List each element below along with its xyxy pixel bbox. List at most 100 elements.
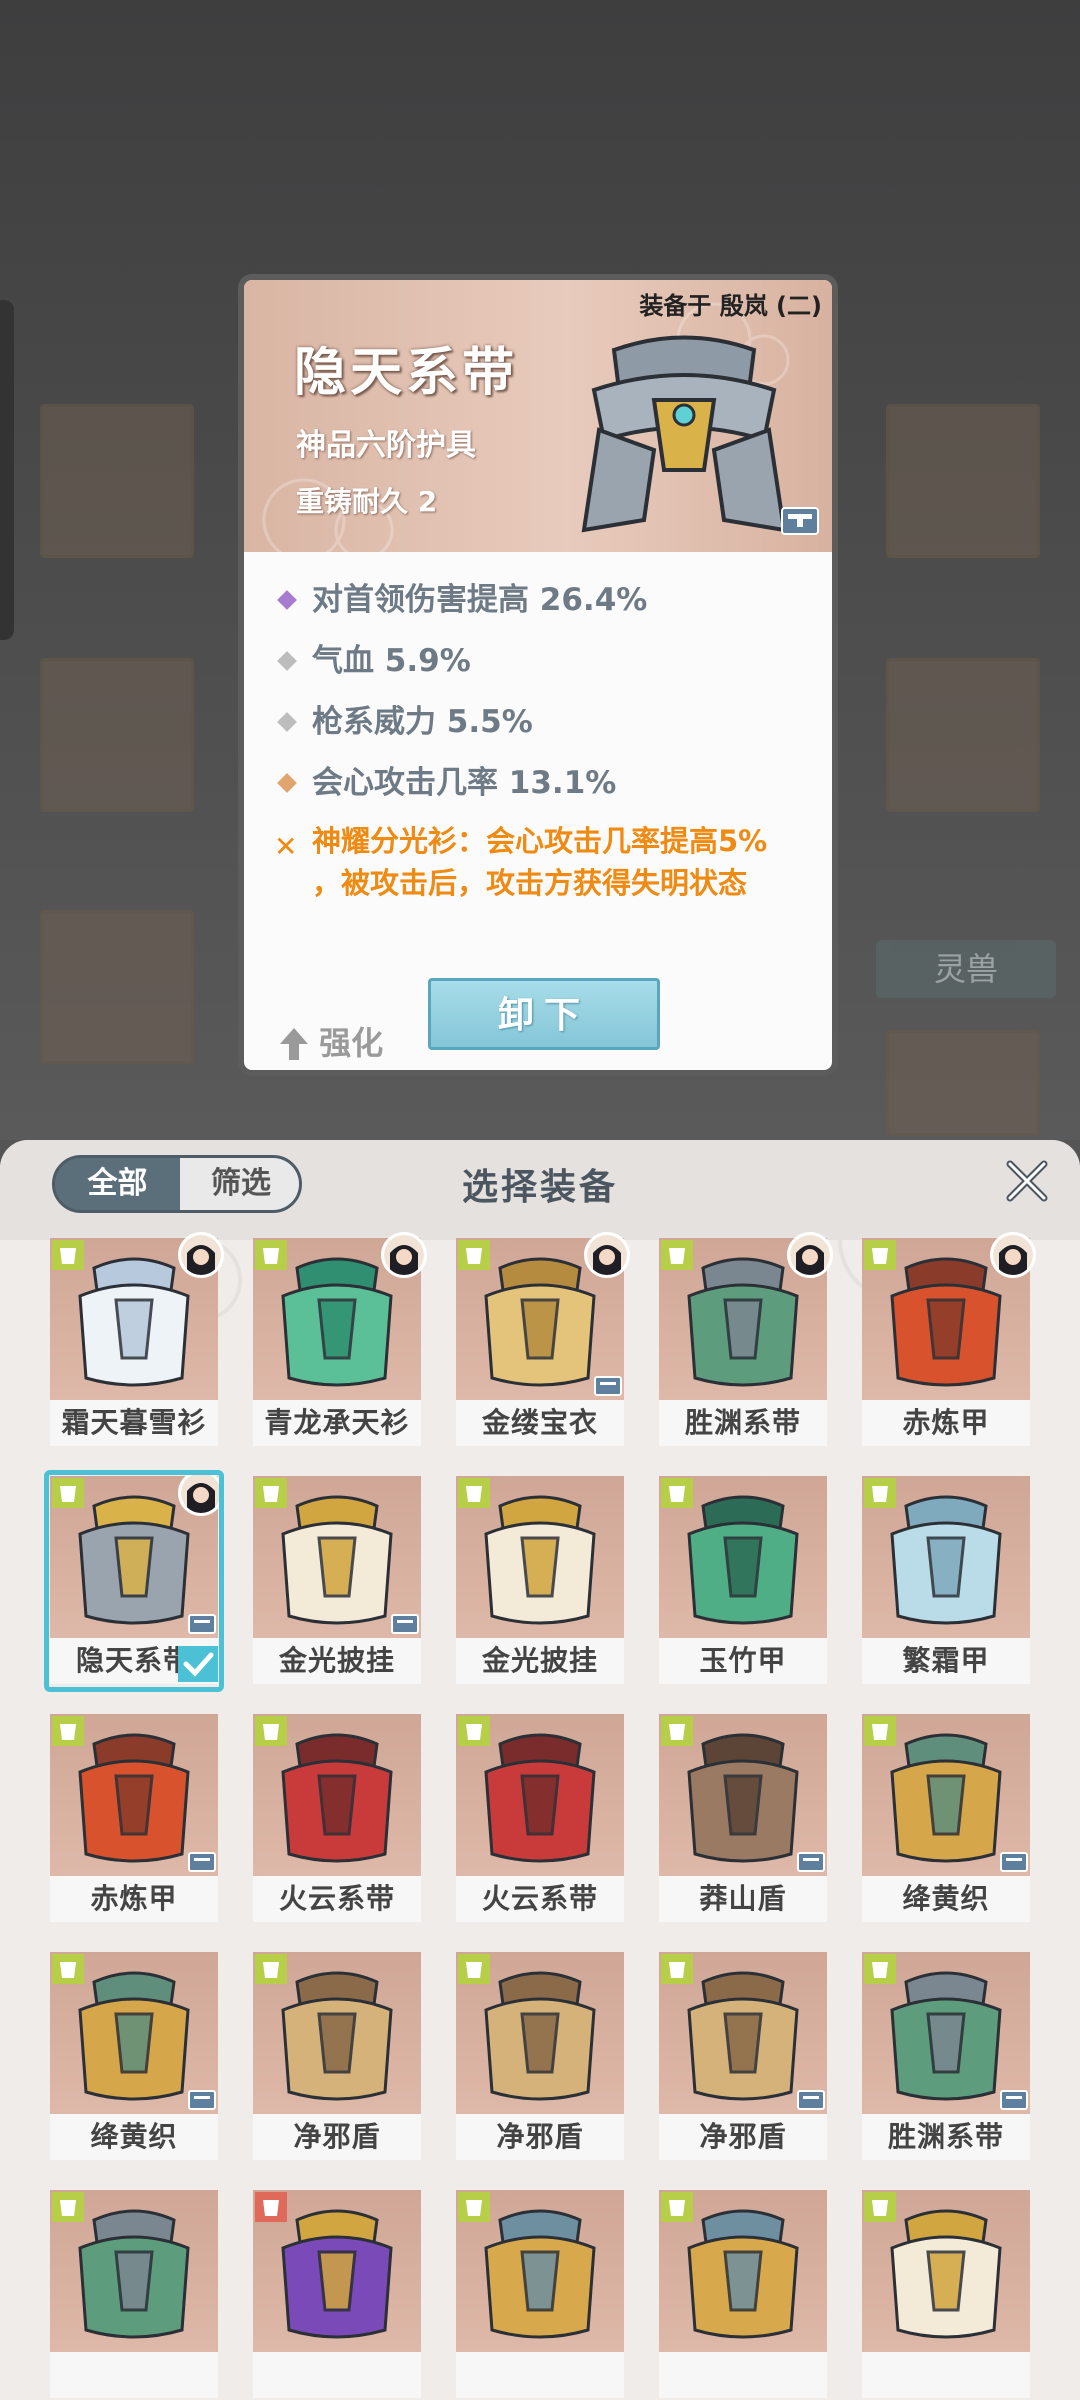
enhance-button[interactable]: 强化 — [280, 1018, 383, 1064]
card-header: 装备于 殷岚 (二) 隐天系带 神品六阶护具 重铸耐久 2 — [244, 280, 832, 552]
equipment-item[interactable] — [253, 2190, 421, 2400]
storage-chest-icon — [188, 1852, 216, 1872]
armor-type-icon — [52, 1954, 84, 1984]
special-effect-line1: 神耀分光衫：会心攻击几率提高5% — [312, 824, 768, 858]
equipment-item[interactable] — [659, 2190, 827, 2400]
storage-chest-icon — [391, 1614, 419, 1634]
item-art — [253, 2190, 421, 2352]
stat-row: 枪系威力 5.5% — [274, 692, 814, 753]
item-art — [50, 1714, 218, 1876]
item-art — [862, 1476, 1030, 1638]
equipment-item[interactable]: 胜渊系带 — [659, 1232, 833, 1448]
unequip-button[interactable]: 卸下 — [428, 978, 660, 1050]
armor-type-icon — [458, 1240, 490, 1270]
equipment-item[interactable]: 隐天系带 — [44, 1470, 224, 1692]
character-avatar — [381, 1232, 427, 1278]
bg-equip-slot — [886, 1030, 1040, 1136]
armor-type-icon — [255, 1954, 287, 1984]
stat-row: 气血 5.9% — [274, 631, 814, 692]
special-effect: ✕ 神耀分光衫：会心攻击几率提高5% ，被攻击后，攻击方获得失明状态 — [274, 820, 814, 904]
armor-type-icon — [661, 2192, 693, 2222]
item-art — [50, 2190, 218, 2352]
storage-chest-icon — [1000, 2090, 1028, 2110]
equipment-item[interactable] — [50, 2190, 218, 2400]
item-name: 繁霜甲 — [862, 1638, 1030, 1684]
equipment-item[interactable]: 赤炼甲 — [862, 1232, 1036, 1448]
equipment-item[interactable]: 净邪盾 — [253, 1952, 421, 2162]
equipment-item[interactable]: 金光披挂 — [253, 1476, 421, 1686]
item-art — [50, 1952, 218, 2114]
equipped-on-label: 装备于 殷岚 (二) — [639, 292, 822, 320]
stat-text: 枪系威力 5.5% — [312, 704, 533, 740]
armor-type-icon — [255, 2192, 287, 2222]
storage-chest-icon — [797, 2090, 825, 2110]
equipment-item[interactable]: 金缕宝衣 — [456, 1232, 630, 1448]
storage-chest-icon — [594, 1376, 622, 1396]
item-name — [50, 2352, 218, 2398]
item-name: 净邪盾 — [253, 2114, 421, 2160]
purple-diamond-icon — [277, 590, 297, 610]
equipment-item[interactable] — [862, 2190, 1030, 2400]
item-name — [659, 2352, 827, 2398]
close-icon[interactable] — [1002, 1156, 1052, 1206]
equipment-item[interactable]: 繁霜甲 — [862, 1476, 1030, 1686]
armor-type-icon — [661, 1478, 693, 1508]
armor-type-icon — [52, 1716, 84, 1746]
armor-type-icon — [864, 2192, 896, 2222]
armor-type-icon — [661, 1716, 693, 1746]
item-art — [659, 2190, 827, 2352]
equipment-item[interactable]: 青龙承天衫 — [253, 1232, 427, 1448]
item-name: 赤炼甲 — [862, 1400, 1030, 1446]
equipment-item[interactable]: 绛黄织 — [50, 1952, 218, 2162]
armor-type-icon — [458, 2192, 490, 2222]
belt-type-icon — [864, 1954, 896, 1984]
equipment-item[interactable]: 火云系带 — [456, 1714, 624, 1924]
equipment-item[interactable]: 莽山盾 — [659, 1714, 827, 1924]
storage-chest-icon — [797, 1852, 825, 1872]
armor-type-icon — [52, 1240, 84, 1270]
item-name: 火云系带 — [456, 1876, 624, 1922]
storage-chest-icon — [781, 507, 819, 535]
item-name: 莽山盾 — [659, 1876, 827, 1922]
equipment-item[interactable]: 霜天暮雪衫 — [50, 1232, 224, 1448]
equipment-item[interactable] — [456, 2190, 624, 2400]
side-tab-handle — [0, 300, 14, 640]
item-name: 绛黄织 — [862, 1876, 1030, 1922]
item-name: 净邪盾 — [456, 2114, 624, 2160]
bg-equip-slot — [40, 910, 194, 1064]
item-name: 霜天暮雪衫 — [50, 1400, 218, 1446]
armor-type-icon — [458, 1954, 490, 1984]
storage-chest-icon — [1000, 1852, 1028, 1872]
equipment-item[interactable]: 净邪盾 — [456, 1952, 624, 2162]
equipment-item[interactable]: 火云系带 — [253, 1714, 421, 1924]
item-art — [253, 1952, 421, 2114]
item-art — [862, 1714, 1030, 1876]
item-name: 火云系带 — [253, 1876, 421, 1922]
item-art — [253, 1476, 421, 1638]
armor-type-icon — [864, 1240, 896, 1270]
item-name: 青龙承天衫 — [253, 1400, 421, 1446]
item-art — [862, 1952, 1030, 2114]
equipment-item[interactable]: 胜渊系带 — [862, 1952, 1030, 2162]
equipment-item[interactable]: 金光披挂 — [456, 1476, 624, 1686]
item-name: 净邪盾 — [659, 2114, 827, 2160]
bg-lingshou-button: 灵兽 — [876, 940, 1056, 998]
equipment-item[interactable]: 赤炼甲 — [50, 1714, 218, 1924]
item-name: 玉竹甲 — [659, 1638, 827, 1684]
item-art — [659, 1952, 827, 2114]
item-art — [253, 1714, 421, 1876]
item-name: 绛黄织 — [50, 2114, 218, 2160]
grey-diamond-icon — [277, 651, 297, 671]
item-name — [253, 2352, 421, 2398]
item-art — [456, 1952, 624, 2114]
item-art — [456, 2190, 624, 2352]
stat-list: 对首领伤害提高 26.4% 气血 5.9% 枪系威力 5.5% 会心攻击几率 1… — [274, 570, 814, 904]
item-name: 胜渊系带 — [862, 2114, 1030, 2160]
equipment-item[interactable]: 玉竹甲 — [659, 1476, 827, 1686]
character-avatar — [178, 1232, 224, 1278]
equipment-item[interactable]: 绛黄织 — [862, 1714, 1030, 1924]
armor-type-icon — [864, 1716, 896, 1746]
special-effect-icon: ✕ — [274, 830, 298, 863]
bg-equip-slot — [40, 404, 194, 558]
equipment-item[interactable]: 净邪盾 — [659, 1952, 827, 2162]
